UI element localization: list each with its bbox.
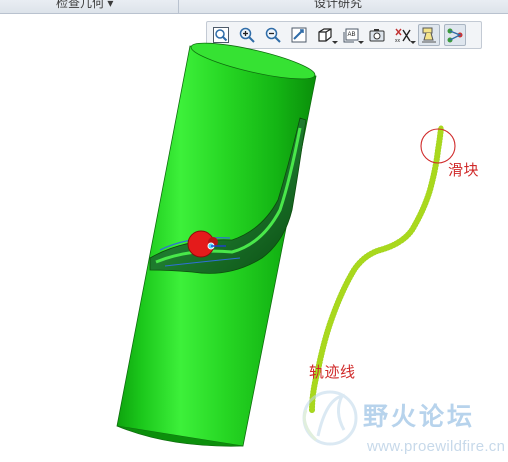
ribbon-group-strip: 检查几何 ▾ 设计研究 [0,0,508,14]
trajectory-label: 轨迹线 [309,364,356,381]
slider-label: 滑块 [448,162,480,179]
model-view [116,42,456,447]
design-study-group[interactable]: 设计研究 [314,0,362,11]
watermark-logo [302,390,358,446]
inspect-geometry-group[interactable]: 检查几何 ▾ [56,0,113,11]
graphics-window[interactable]: 滑块 轨迹线 [0,14,508,462]
watermark-text: 野火论坛 [363,403,476,431]
watermark-url: www.proewildfire.cn [367,438,506,455]
group-separator [178,0,179,13]
